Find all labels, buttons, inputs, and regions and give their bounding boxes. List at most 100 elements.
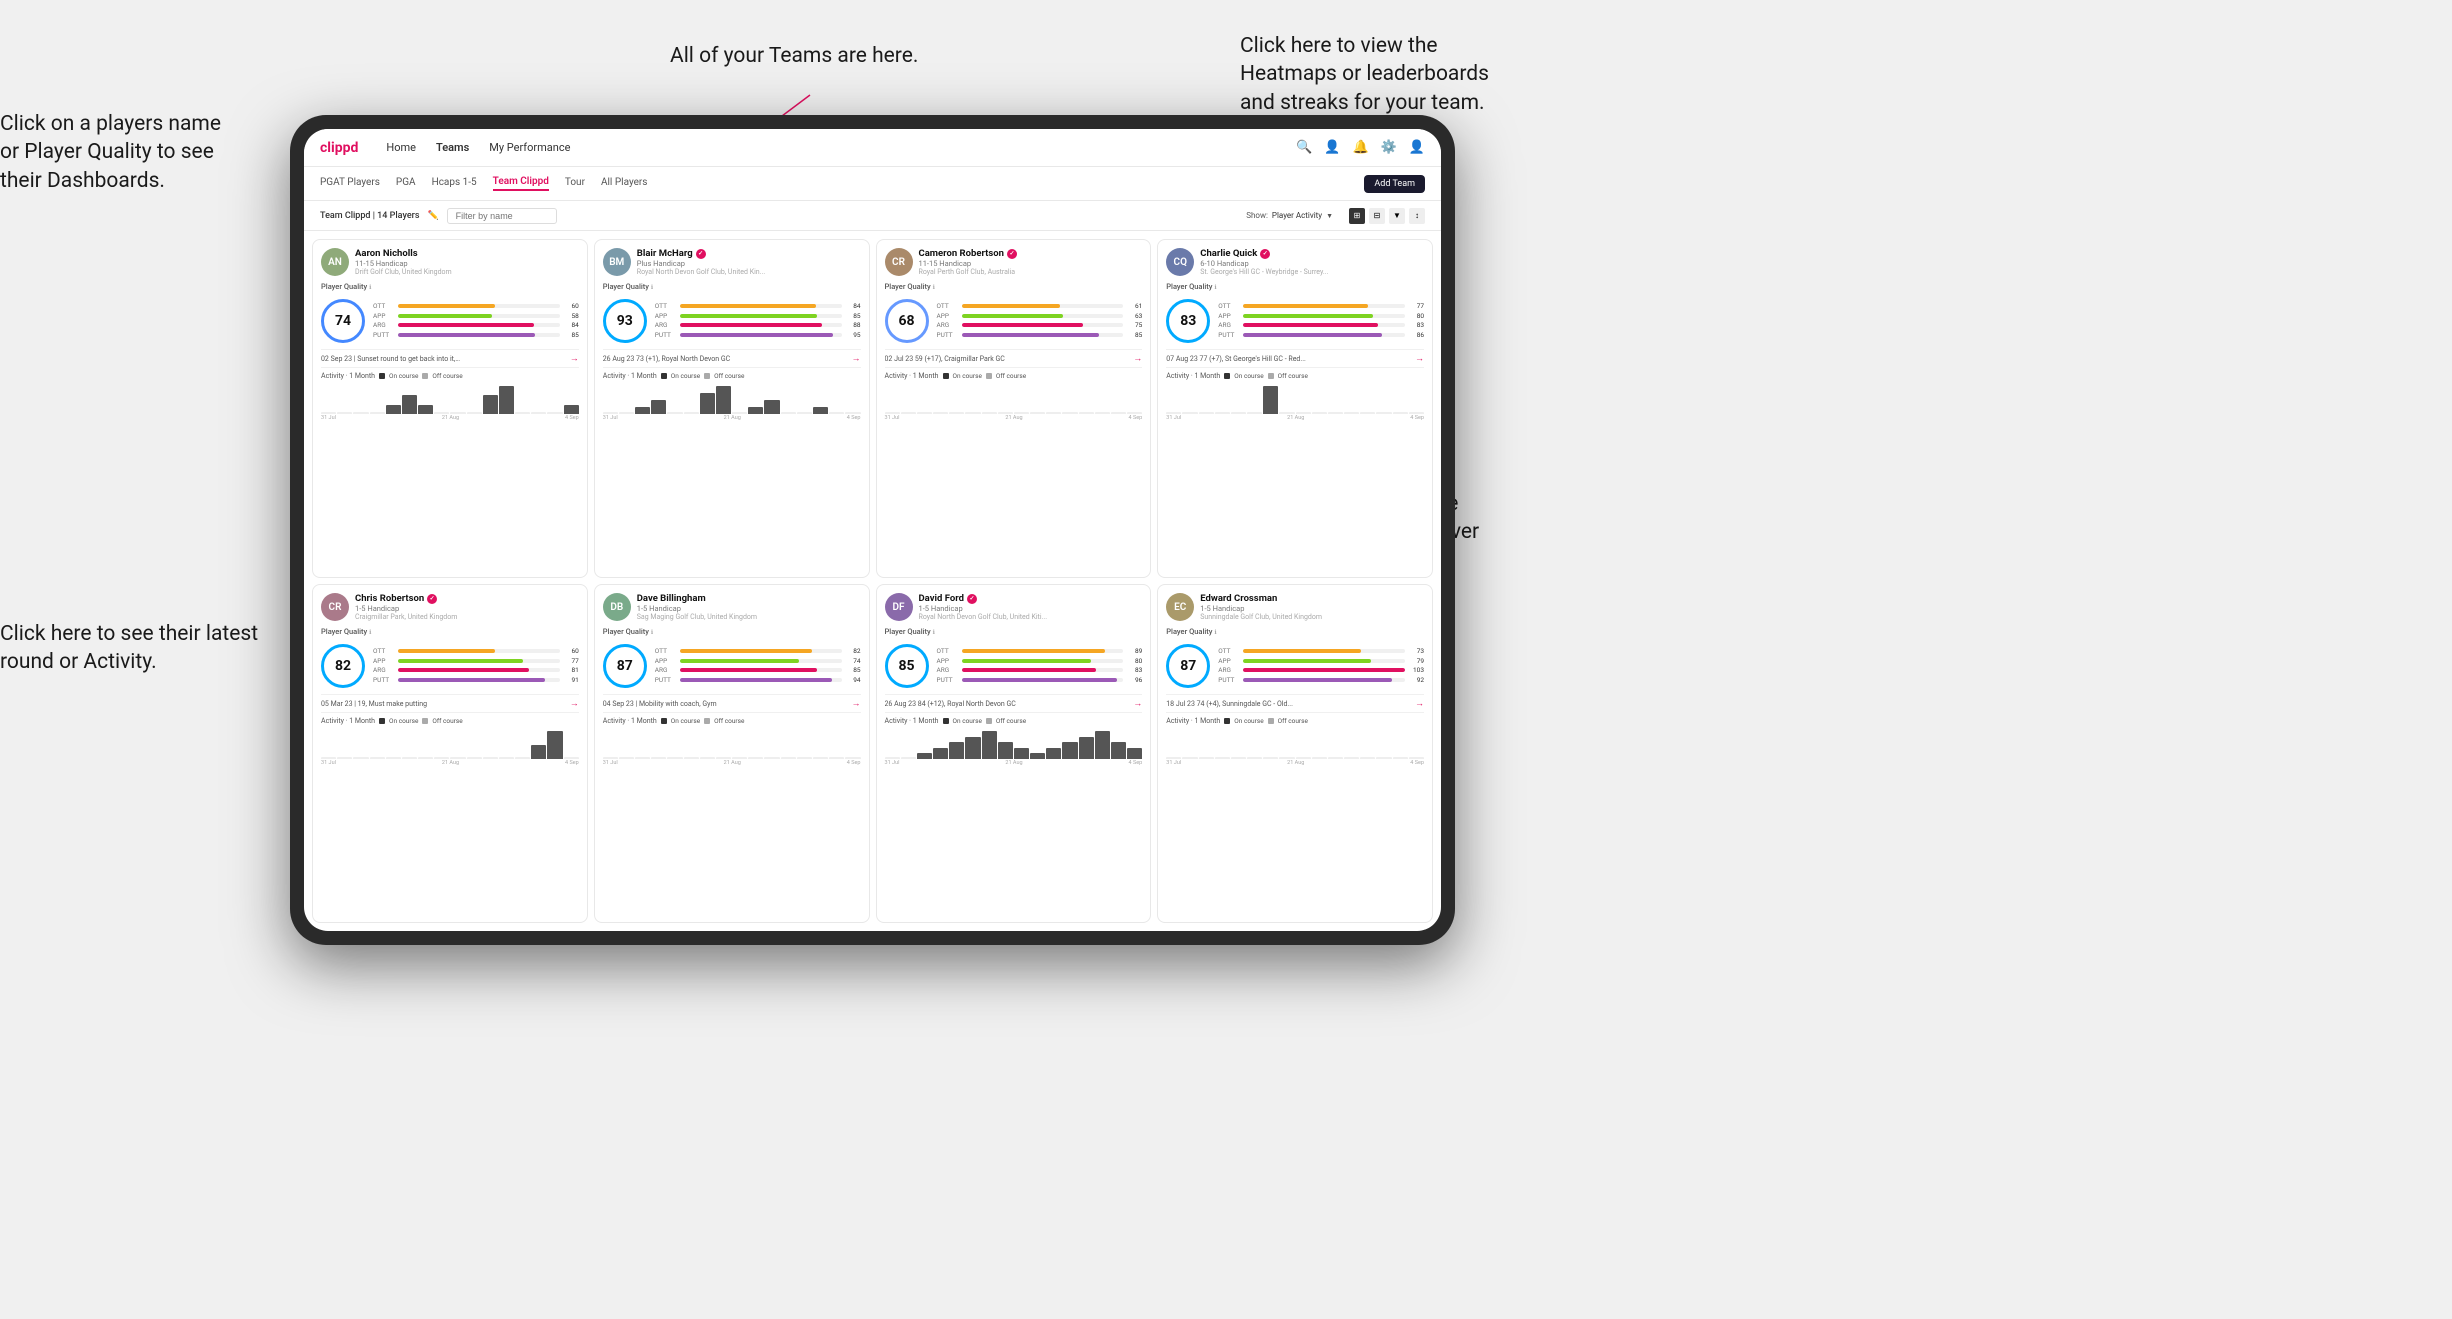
player-name[interactable]: Blair McHarg✓ bbox=[637, 248, 765, 259]
filter-icon[interactable]: ▼ bbox=[1389, 208, 1405, 224]
latest-round-arrow[interactable]: → bbox=[852, 698, 861, 709]
player-club: Drift Golf Club, United Kingdom bbox=[355, 268, 452, 276]
ott-label: OTT bbox=[655, 647, 677, 655]
player-name[interactable]: Dave Billingham bbox=[637, 593, 757, 604]
player-avatar[interactable]: CQ bbox=[1166, 248, 1194, 276]
app-stat: APP 77 bbox=[373, 657, 579, 665]
quality-score[interactable]: 85 bbox=[885, 644, 929, 688]
player-card: CR Chris Robertson✓ 1-5 Handicap Craigmi… bbox=[312, 584, 588, 923]
arg-stat: ARG 103 bbox=[1218, 666, 1424, 674]
player-avatar[interactable]: DF bbox=[885, 593, 913, 621]
arg-bar bbox=[398, 668, 560, 672]
on-course-label: On course bbox=[953, 372, 982, 380]
nav-teams[interactable]: Teams bbox=[436, 141, 469, 154]
latest-round[interactable]: 18 Jul 23 74 (+4), Sunningdale GC - Old.… bbox=[1166, 694, 1424, 713]
xaxis-start: 31 Jul bbox=[885, 760, 900, 766]
bell-icon[interactable]: 🔔 bbox=[1352, 140, 1368, 155]
xaxis-end: 4 Sep bbox=[565, 415, 579, 421]
person-icon[interactable]: 👤 bbox=[1324, 140, 1340, 155]
on-course-dot bbox=[1224, 373, 1230, 379]
quality-display: 82 OTT 60 APP 77 ARG 81 PUT bbox=[321, 644, 579, 688]
latest-round-arrow[interactable]: → bbox=[570, 698, 579, 709]
latest-round[interactable]: 02 Sep 23 | Sunset round to get back int… bbox=[321, 349, 579, 368]
grid4-view-icon[interactable]: ⊞ bbox=[1349, 208, 1365, 224]
putt-value: 95 bbox=[845, 331, 861, 339]
latest-round-text: 02 Sep 23 | Sunset round to get back int… bbox=[321, 355, 461, 363]
latest-round[interactable]: 26 Aug 23 73 (+1), Royal North Devon GC … bbox=[603, 349, 861, 368]
player-avatar[interactable]: EC bbox=[1166, 593, 1194, 621]
ott-bar bbox=[1243, 304, 1405, 308]
player-name[interactable]: Cameron Robertson✓ bbox=[919, 248, 1017, 259]
quality-score[interactable]: 93 bbox=[603, 299, 647, 343]
latest-round-arrow[interactable]: → bbox=[1415, 353, 1424, 364]
player-avatar[interactable]: CR bbox=[321, 593, 349, 621]
player-info: Cameron Robertson✓ 11-15 Handicap Royal … bbox=[919, 248, 1017, 276]
app-stat: APP 58 bbox=[373, 312, 579, 320]
sub-nav-all-players[interactable]: All Players bbox=[601, 177, 648, 190]
player-name[interactable]: Aaron Nicholls bbox=[355, 248, 452, 259]
player-avatar[interactable]: BM bbox=[603, 248, 631, 276]
sort-icon[interactable]: ↕ bbox=[1409, 208, 1425, 224]
players-grid: AN Aaron Nicholls 11-15 Handicap Drift G… bbox=[304, 231, 1441, 931]
player-name[interactable]: David Ford✓ bbox=[919, 593, 1048, 604]
avatar-icon[interactable]: 👤 bbox=[1409, 140, 1425, 155]
xaxis-start: 31 Jul bbox=[1166, 760, 1181, 766]
show-value[interactable]: Player Activity bbox=[1272, 211, 1322, 220]
xaxis-mid: 21 Aug bbox=[442, 760, 459, 766]
app-logo: clippd bbox=[320, 140, 358, 156]
sub-nav-tour[interactable]: Tour bbox=[565, 177, 585, 190]
quality-label: Player Quality ℹ bbox=[1166, 627, 1216, 636]
nav-home[interactable]: Home bbox=[386, 141, 416, 154]
quality-score[interactable]: 83 bbox=[1166, 299, 1210, 343]
quality-score[interactable]: 68 bbox=[885, 299, 929, 343]
player-avatar[interactable]: CR bbox=[885, 248, 913, 276]
latest-round[interactable]: 05 Mar 23 | 19, Must make putting → bbox=[321, 694, 579, 713]
player-handicap: 11-15 Handicap bbox=[355, 259, 452, 268]
quality-score[interactable]: 87 bbox=[603, 644, 647, 688]
player-name[interactable]: Edward Crossman bbox=[1200, 593, 1322, 604]
latest-round[interactable]: 07 Aug 23 77 (+7), St George's Hill GC -… bbox=[1166, 349, 1424, 368]
quality-score[interactable]: 82 bbox=[321, 644, 365, 688]
player-avatar[interactable]: DB bbox=[603, 593, 631, 621]
putt-bar bbox=[962, 678, 1124, 682]
latest-round-arrow[interactable]: → bbox=[1133, 698, 1142, 709]
latest-round[interactable]: 02 Jul 23 59 (+17), Craigmillar Park GC … bbox=[885, 349, 1143, 368]
latest-round-arrow[interactable]: → bbox=[852, 353, 861, 364]
latest-round-arrow[interactable]: → bbox=[1133, 353, 1142, 364]
sub-nav-hcaps[interactable]: Hcaps 1-5 bbox=[432, 177, 477, 190]
on-course-dot bbox=[943, 373, 949, 379]
quality-label: Player Quality ℹ bbox=[321, 282, 371, 291]
nav-bar: clippd Home Teams My Performance 🔍 👤 🔔 ⚙… bbox=[304, 129, 1441, 167]
off-course-label: Off course bbox=[996, 717, 1026, 725]
search-icon[interactable]: 🔍 bbox=[1296, 140, 1312, 155]
latest-round-text: 18 Jul 23 74 (+4), Sunningdale GC - Old.… bbox=[1166, 700, 1293, 708]
latest-round[interactable]: 26 Aug 23 84 (+12), Royal North Devon GC… bbox=[885, 694, 1143, 713]
player-name[interactable]: Chris Robertson✓ bbox=[355, 593, 457, 604]
sub-nav-team-clippd[interactable]: Team Clippd bbox=[493, 176, 549, 191]
latest-round[interactable]: 04 Sep 23 | Mobility with coach, Gym → bbox=[603, 694, 861, 713]
player-name[interactable]: Charlie Quick✓ bbox=[1200, 248, 1328, 259]
view-icons: ⊞ ⊟ ▼ ↕ bbox=[1349, 208, 1425, 224]
latest-round-arrow[interactable]: → bbox=[570, 353, 579, 364]
sub-nav-pgat[interactable]: PGAT Players bbox=[320, 177, 380, 190]
quality-score[interactable]: 87 bbox=[1166, 644, 1210, 688]
putt-label: PUTT bbox=[937, 676, 959, 684]
search-input[interactable] bbox=[447, 208, 557, 224]
edit-icon[interactable]: ✏️ bbox=[427, 211, 438, 221]
latest-round-text: 26 Aug 23 84 (+12), Royal North Devon GC bbox=[885, 700, 1016, 708]
latest-round-arrow[interactable]: → bbox=[1415, 698, 1424, 709]
app-value: 74 bbox=[845, 657, 861, 665]
player-card: CQ Charlie Quick✓ 6-10 Handicap St. Geor… bbox=[1157, 239, 1433, 578]
sub-nav-pga[interactable]: PGA bbox=[396, 177, 416, 190]
nav-my-performance[interactable]: My Performance bbox=[489, 141, 570, 154]
quality-score[interactable]: 74 bbox=[321, 299, 365, 343]
xaxis-end: 4 Sep bbox=[1129, 760, 1143, 766]
chevron-down-icon[interactable]: ▼ bbox=[1326, 212, 1333, 220]
settings-icon[interactable]: ⚙️ bbox=[1381, 140, 1397, 155]
grid3-view-icon[interactable]: ⊟ bbox=[1369, 208, 1385, 224]
putt-bar bbox=[1243, 678, 1405, 682]
add-team-button[interactable]: Add Team bbox=[1364, 175, 1425, 193]
chart-xaxis: 31 Jul 21 Aug 4 Sep bbox=[885, 415, 1143, 421]
player-avatar[interactable]: AN bbox=[321, 248, 349, 276]
on-course-label: On course bbox=[671, 717, 700, 725]
